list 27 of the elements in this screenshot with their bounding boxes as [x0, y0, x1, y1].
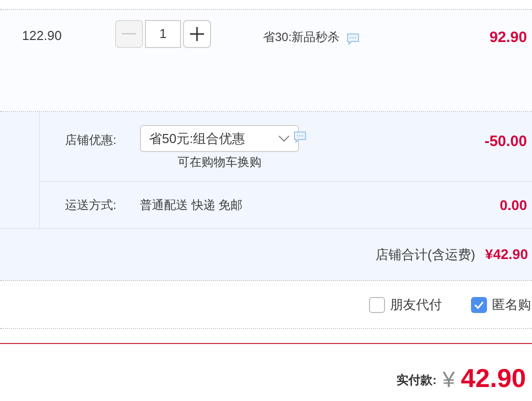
payment-amount: 42.90	[460, 365, 526, 391]
shop-total-amount: ¥42.90	[485, 245, 528, 264]
chat-bubble-icon[interactable]	[346, 32, 360, 46]
checkbox[interactable]	[369, 296, 385, 312]
field-label: 运送方式:	[64, 197, 118, 214]
checkbox-label: 匿名购	[492, 296, 531, 314]
checkbox[interactable]	[471, 296, 487, 312]
discount-dropdown[interactable]: 省50元:组合优惠	[140, 125, 299, 152]
discount-amount: -50.00	[484, 132, 528, 152]
minus-icon	[122, 33, 136, 35]
chat-bubble-icon[interactable]	[293, 130, 307, 144]
hint-text: 可在购物车换购	[178, 154, 262, 171]
promotion-text: 省30:新品秒杀	[263, 29, 340, 46]
plus-icon	[190, 27, 204, 41]
payment-label: 实付款:	[396, 372, 437, 389]
checkmark-icon	[474, 300, 484, 308]
increment-button[interactable]	[183, 20, 211, 48]
quantity-field[interactable]: 1	[145, 20, 181, 48]
field-label: 店铺优惠:	[64, 132, 118, 149]
chevron-down-icon	[278, 134, 290, 142]
currency-symbol: ¥	[442, 369, 455, 391]
shipping-amount: 0.00	[500, 196, 528, 214]
checkbox-label: 朋友代付	[390, 296, 442, 314]
subtotal-price: 92.90	[489, 28, 528, 48]
shipping-method: 普通配送 快递 免邮	[140, 197, 243, 214]
unit-price: 122.90	[21, 27, 63, 45]
shop-total-label: 店铺合计(含运费)	[376, 246, 476, 264]
